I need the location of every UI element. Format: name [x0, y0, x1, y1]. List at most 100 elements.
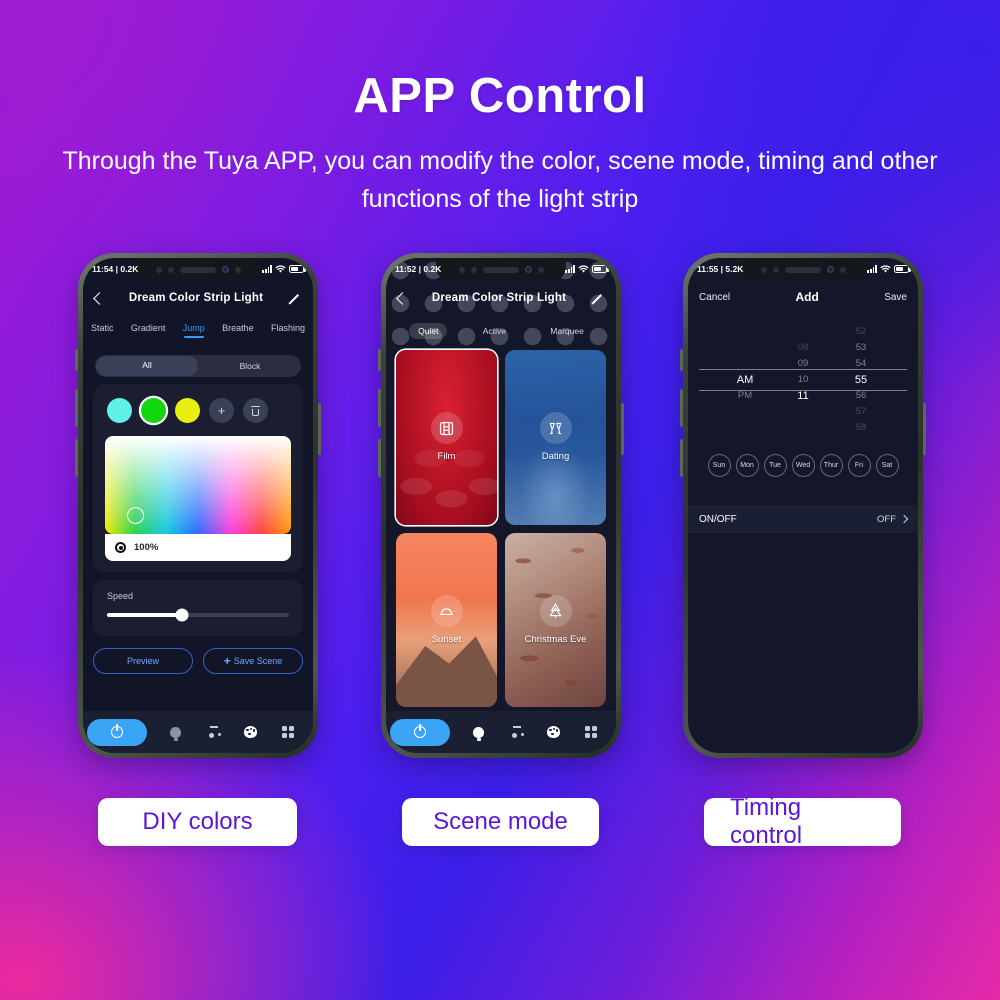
preview-button[interactable]: Preview — [93, 648, 193, 674]
scene-name: Dating — [541, 451, 570, 463]
phone2-scene-grid: Film Dating Sunset Christmas Eve — [396, 350, 606, 707]
nav-music-button[interactable] — [206, 725, 221, 740]
phone2-power-button[interactable] — [621, 403, 624, 455]
onoff-value-group[interactable]: OFF — [877, 514, 909, 525]
segment-block[interactable]: Block — [199, 357, 301, 375]
save-scene-button[interactable]: + Save Scene — [203, 648, 303, 674]
tab-jump[interactable]: Jump — [183, 323, 205, 338]
phone1-segmented-control: All Block — [95, 355, 301, 377]
scene-card-film[interactable]: Film — [396, 350, 497, 525]
day-mon[interactable]: Mon — [735, 454, 759, 477]
phone2-app-header: Dream Color Strip Light — [386, 281, 616, 315]
scene-card-sunset[interactable]: Sunset — [396, 532, 497, 707]
phone1-mute-button[interactable] — [75, 349, 78, 371]
phone-diy-colors: 11:54 | 0.2K Dream Color Strip Light Sta… — [75, 253, 321, 758]
phone2-volume-up-button[interactable] — [378, 389, 381, 427]
time-picker[interactable]: AM PM 08 09 10 11 52 53 54 55 56 57 58 — [688, 320, 918, 440]
sunset-icon — [430, 594, 463, 627]
back-icon[interactable] — [93, 291, 106, 305]
cancel-button[interactable]: Cancel — [699, 292, 730, 303]
segment-all[interactable]: All — [96, 356, 198, 376]
minute-option[interactable]: 53 — [856, 340, 867, 356]
meridiem-column[interactable]: AM PM — [716, 324, 774, 436]
tab-gradient[interactable]: Gradient — [131, 323, 166, 338]
page-subtitle: Through the Tuya APP, you can modify the… — [62, 147, 938, 213]
tab-flashing[interactable]: Flashing — [271, 323, 305, 338]
day-sat[interactable]: Sat — [875, 454, 899, 477]
hour-selected[interactable]: 11 — [797, 388, 808, 404]
color-swatch-green[interactable] — [141, 398, 166, 423]
nav-palette-button[interactable] — [243, 725, 258, 740]
statusbar-time: 11:54 | 0.2K — [92, 264, 139, 274]
phone3-volume-down-button[interactable] — [680, 439, 683, 477]
signal-icon — [262, 265, 272, 273]
save-button[interactable]: Save — [884, 292, 907, 303]
phone1-volume-down-button[interactable] — [75, 439, 78, 477]
minute-option[interactable]: 52 — [856, 324, 867, 340]
phone1-nav-icons — [147, 725, 313, 740]
add-color-button[interactable]: + — [209, 398, 234, 423]
minute-option[interactable]: 56 — [856, 388, 867, 404]
phone2-mute-button[interactable] — [378, 349, 381, 371]
hour-option[interactable]: 10 — [798, 372, 809, 388]
page-title: APP Control — [353, 69, 647, 123]
speed-slider-handle[interactable] — [175, 608, 189, 622]
scene-card-dating[interactable]: Dating — [505, 350, 606, 525]
day-tue[interactable]: Tue — [763, 454, 787, 477]
nav-grid-button[interactable] — [281, 725, 296, 740]
speed-slider[interactable] — [107, 608, 289, 622]
hour-column[interactable]: 08 09 10 11 — [774, 324, 832, 436]
delete-color-button[interactable] — [243, 398, 268, 423]
phone2-volume-down-button[interactable] — [378, 439, 381, 477]
minute-option[interactable]: 57 — [856, 404, 867, 420]
nav-palette-button[interactable] — [546, 725, 561, 740]
nav-power-button[interactable] — [87, 718, 147, 746]
preview-label: Preview — [126, 656, 159, 666]
statusbar-icons — [867, 264, 911, 274]
minute-column[interactable]: 52 53 54 55 56 57 58 — [832, 324, 890, 436]
phone1-power-button[interactable] — [318, 403, 321, 455]
minute-selected[interactable]: 55 — [855, 372, 867, 388]
day-sun[interactable]: Sun — [707, 454, 731, 477]
color-swatch-cyan[interactable] — [107, 398, 132, 423]
day-wed[interactable]: Wed — [791, 454, 815, 477]
tab-active[interactable]: Active — [474, 323, 515, 339]
color-swatch-yellow[interactable] — [175, 398, 200, 423]
tab-static[interactable]: Static — [91, 323, 114, 338]
phone1-speed-card: Speed — [93, 580, 303, 636]
edit-pencil-icon[interactable] — [591, 292, 604, 305]
edit-pencil-icon[interactable] — [288, 292, 301, 305]
tab-quiet[interactable]: Quiet — [409, 323, 448, 339]
onoff-row[interactable]: ON/OFF OFF — [688, 505, 918, 533]
tab-breathe[interactable]: Breathe — [222, 323, 254, 338]
tab-marquee[interactable]: Marquee — [541, 323, 593, 339]
back-icon[interactable] — [396, 291, 409, 305]
phone1-volume-up-button[interactable] — [75, 389, 78, 427]
phone2-screen: 11:52 | 0.2K Dream Color Strip Light Qui… — [386, 258, 616, 753]
nav-bulb-button[interactable] — [168, 725, 183, 740]
color-picker-handle[interactable] — [127, 507, 144, 524]
phone3-volume-up-button[interactable] — [680, 389, 683, 427]
nav-bulb-button[interactable] — [471, 725, 486, 740]
phone1-screen: 11:54 | 0.2K Dream Color Strip Light Sta… — [83, 258, 313, 753]
phone3-power-button[interactable] — [923, 403, 926, 455]
day-thur[interactable]: Thur — [819, 454, 843, 477]
hour-option[interactable]: 08 — [798, 340, 809, 356]
nav-grid-button[interactable] — [584, 725, 599, 740]
nav-music-button[interactable] — [509, 725, 524, 740]
color-picker-gradient[interactable] — [105, 436, 291, 534]
phone3-statusbar: 11:55 | 5.2K — [688, 258, 918, 280]
day-fri[interactable]: Fri — [847, 454, 871, 477]
phone3-screen: 11:55 | 5.2K Cancel Add Save AM PM 08 09… — [688, 258, 918, 753]
phone3-mute-button[interactable] — [680, 349, 683, 371]
brightness-icon — [115, 542, 126, 553]
phone2-app-title: Dream Color Strip Light — [431, 292, 567, 304]
minute-option[interactable]: 54 — [856, 356, 867, 372]
minute-option[interactable]: 58 — [856, 420, 867, 436]
hour-option[interactable]: 09 — [798, 356, 809, 372]
meridiem-selected: AM — [736, 374, 754, 386]
nav-power-button[interactable] — [390, 718, 450, 746]
brightness-bar[interactable]: 100% — [105, 534, 291, 561]
statusbar-icons — [565, 264, 609, 274]
scene-card-christmas-eve[interactable]: Christmas Eve — [505, 532, 606, 707]
